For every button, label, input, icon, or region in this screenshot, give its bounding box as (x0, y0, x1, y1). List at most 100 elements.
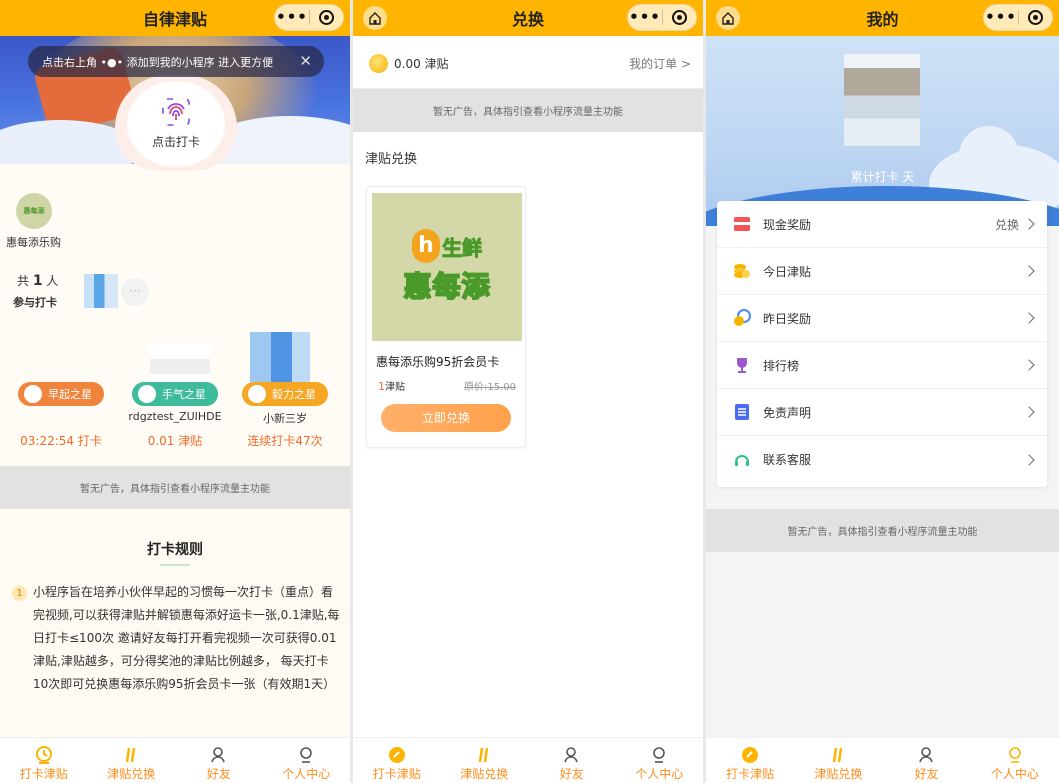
tab-label: 打卡津贴 (372, 767, 421, 781)
punch-label: 点击打卡 (151, 134, 200, 149)
tab-exchange[interactable]: 津贴兑换 (794, 738, 882, 783)
menu-cash-reward[interactable]: 现金奖励 兑换 (717, 201, 1047, 248)
exchange-icon (474, 744, 494, 766)
tab-checkin[interactable]: 打卡津贴 (353, 738, 441, 783)
page-title: 自律津贴 (142, 10, 207, 29)
more-icon[interactable]: ••• (984, 4, 1018, 31)
ad-text: 暂无广告，具体指引查看小程序流量主功能 (433, 107, 623, 118)
star-luck: 手气之星 rdgztest_ZUIHDE 0.01 津贴 (126, 382, 224, 449)
count-suffix: 人 (46, 274, 59, 288)
tab-label: 好友 (559, 767, 584, 781)
menu-label: 今日津贴 (763, 264, 812, 279)
close-miniprogram-button[interactable] (1019, 10, 1052, 25)
tab-label: 个人中心 (990, 767, 1039, 781)
trophy-icon (733, 356, 751, 374)
redeem-button[interactable]: 立即兑换 (381, 404, 511, 432)
close-miniprogram-button[interactable] (310, 10, 343, 25)
wallet-icon (733, 215, 751, 233)
tab-label: 津贴兑换 (460, 767, 509, 781)
total-checkin-days: 累计打卡 天 (850, 170, 915, 184)
price-unit: 津贴 (385, 382, 405, 393)
add-miniprogram-toast: 点击右上角 •●• 添加到我的小程序 进入更方便 ✕ (28, 46, 324, 77)
tab-profile[interactable]: 个人中心 (616, 738, 704, 783)
menu-customer-service[interactable]: 联系客服 (717, 436, 1047, 483)
product-price: 1津贴 (378, 378, 405, 393)
home-icon (722, 12, 734, 25)
tab-friends[interactable]: 好友 (528, 738, 616, 783)
product-card[interactable]: h 生鲜 惠每添 惠每添乐购95折会员卡 1津贴 原价:15.00 立即兑换 (366, 186, 526, 448)
home-button[interactable] (716, 6, 740, 30)
tab-friends[interactable]: 好友 (175, 738, 263, 783)
avatar (84, 274, 118, 308)
count-prefix: 共 (17, 274, 30, 288)
tab-exchange[interactable]: 津贴兑换 (88, 738, 176, 783)
profile-icon (1005, 744, 1025, 766)
menu-label: 排行榜 (763, 358, 800, 373)
menu-label: 联系客服 (763, 453, 812, 467)
chevron-right-icon (1023, 359, 1035, 371)
more-icon[interactable]: ••• (628, 4, 662, 31)
product-image: h 生鲜 惠每添 (372, 193, 522, 341)
menu-action (1019, 265, 1035, 277)
headset-icon (733, 451, 751, 469)
tab-bar: 打卡津贴 津贴兑换 好友 个人中心 (706, 737, 1059, 783)
coin-clock-icon (733, 309, 751, 327)
ad-banner: 暂无广告，具体指引查看小程序流量主功能 (353, 89, 703, 132)
profile-screen: 我的 ••• 累计打卡 天 现金奖励 兑换 今日津贴 昨日奖励 排行榜 免责声明… (706, 0, 1059, 783)
tab-checkin[interactable]: 打卡津贴 (0, 738, 88, 783)
target-icon (1027, 10, 1043, 25)
tab-profile[interactable]: 个人中心 (263, 738, 351, 783)
my-orders-link[interactable]: 我的订单 > (629, 55, 691, 72)
tab-checkin[interactable]: 打卡津贴 (706, 738, 794, 783)
more-icon[interactable]: ••• (275, 4, 309, 31)
luck-star-badge: 手气之星 (132, 382, 218, 406)
star-user: rdgztest_ZUIHDE (128, 410, 222, 423)
participant-label: 参与打卡 (13, 296, 57, 309)
tab-label: 津贴兑换 (107, 767, 156, 781)
avatar[interactable] (844, 54, 920, 146)
title-underline (160, 564, 190, 566)
menu-yesterday-reward[interactable]: 昨日奖励 (717, 295, 1047, 342)
exchange-icon (828, 744, 848, 766)
rule-text: 小程序旨在培养小伙伴早起的习惯每一次打卡（重点）看完视频,可以获得津贴并解锁惠每… (33, 585, 340, 691)
chevron-right-icon (1023, 406, 1035, 418)
capsule-menu: ••• (274, 4, 344, 31)
rules-title: 打卡规则 (147, 542, 203, 558)
ad-text: 暂无广告，具体指引查看小程序流量主功能 (80, 484, 270, 495)
star-early: 早起之星 03:22:54 打卡 (12, 382, 110, 449)
close-miniprogram-button[interactable] (663, 10, 696, 25)
home-button[interactable] (363, 6, 387, 30)
early-star-badge: 早起之星 (18, 382, 104, 406)
punch-button[interactable]: 点击打卡 (115, 75, 237, 171)
clover-icon (138, 385, 156, 403)
tab-label: 个人中心 (282, 767, 331, 781)
capsule-menu: ••• (627, 4, 697, 31)
toast-text: 点击右上角 •●• 添加到我的小程序 进入更方便 (42, 55, 274, 69)
price-value: 1 (378, 380, 385, 393)
tab-bar: 打卡津贴 津贴兑换 好友 个人中心 (353, 737, 703, 783)
tab-exchange[interactable]: 津贴兑换 (441, 738, 529, 783)
cake-icon (248, 385, 266, 403)
balance-row: 0.00 津贴 我的订单 > (353, 38, 703, 89)
tab-label: 好友 (914, 767, 939, 781)
profile-header: 累计打卡 天 (706, 36, 1059, 226)
tab-label: 打卡津贴 (19, 767, 68, 781)
tab-friends[interactable]: 好友 (883, 738, 971, 783)
more-participants[interactable]: ··· (121, 278, 149, 306)
friends-icon (209, 744, 229, 766)
menu-disclaimer[interactable]: 免责声明 (717, 389, 1047, 436)
close-icon[interactable]: ✕ (299, 52, 312, 70)
menu-right-text: 兑换 (994, 217, 1019, 232)
fingerprint-icon (162, 97, 190, 126)
star-value: 连续打卡47次 (247, 434, 323, 448)
tab-profile[interactable]: 个人中心 (971, 738, 1059, 783)
page-title: 我的 (866, 10, 899, 29)
menu-today-allowance[interactable]: 今日津贴 (717, 248, 1047, 295)
menu-leaderboard[interactable]: 排行榜 (717, 342, 1047, 389)
profile-icon (649, 744, 669, 766)
persist-star-badge: 毅力之星 (242, 382, 328, 406)
section-title: 津贴兑换 (365, 152, 418, 167)
tab-label: 打卡津贴 (726, 767, 775, 781)
brand-logo-h: h (412, 229, 440, 263)
sponsor-logo[interactable]: 惠每添 (16, 193, 52, 229)
